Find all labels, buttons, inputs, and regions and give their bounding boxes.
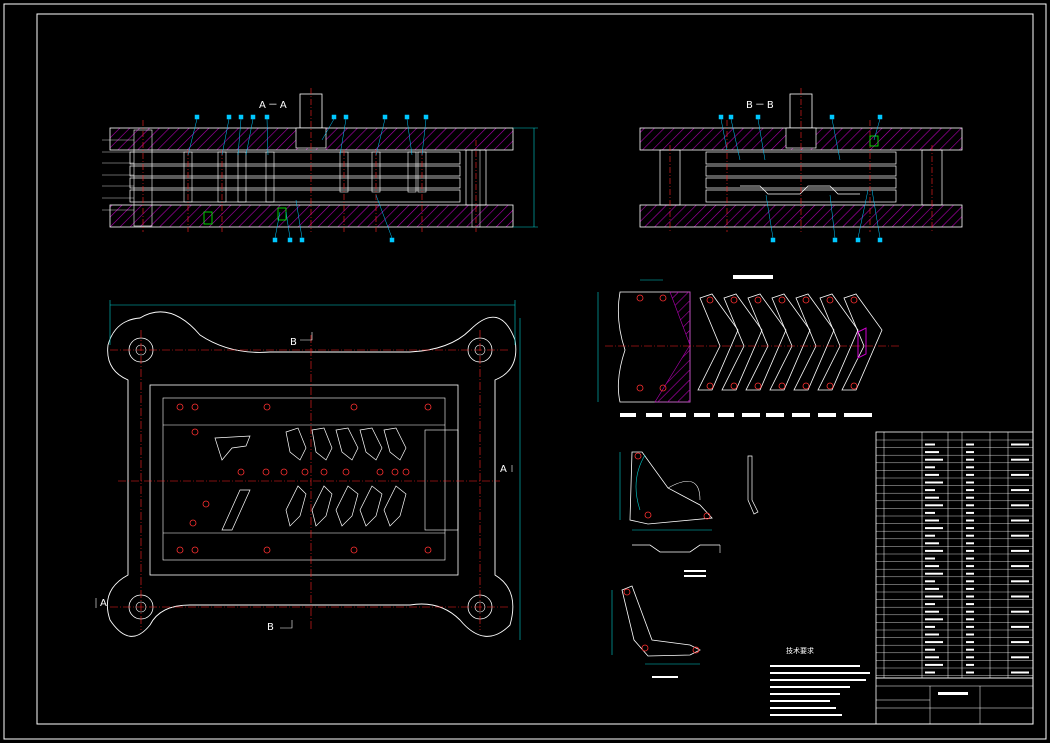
- plan-marker-b-bottom: B: [267, 622, 274, 633]
- plan-marker-a-right: A: [500, 464, 507, 475]
- table-cell-glyph: [925, 489, 935, 492]
- table-cell-glyph: [925, 504, 943, 507]
- section-aa-view: A－A: [102, 88, 538, 243]
- table-cell-glyph: [925, 443, 935, 446]
- table-cell-glyph: [966, 595, 974, 598]
- table-cell-glyph: [925, 648, 935, 651]
- table-cell-glyph: [925, 534, 935, 537]
- table-cell-glyph: [1011, 534, 1029, 537]
- table-cell-glyph: [966, 565, 974, 568]
- table-cell-glyph: [1011, 610, 1029, 613]
- table-cell-glyph: [925, 549, 943, 552]
- part-detail-view: [619, 451, 759, 577]
- table-cell-glyph: [966, 603, 974, 606]
- table-cell-glyph: [966, 443, 974, 446]
- table-cell-glyph: [966, 625, 974, 628]
- table-cell-glyph: [925, 511, 935, 514]
- table-cell-glyph: [1011, 504, 1029, 507]
- table-cell-glyph: [925, 610, 939, 613]
- title-block: [875, 677, 1034, 725]
- table-cell-glyph: [925, 663, 943, 666]
- table-cell-glyph: [1011, 641, 1029, 644]
- table-cell-glyph: [925, 481, 943, 484]
- section-bb-title: B－B: [746, 100, 776, 111]
- plan-view: B B A A: [95, 300, 521, 640]
- table-cell-glyph: [966, 656, 974, 659]
- table-cell-glyph: [1011, 519, 1029, 522]
- table-cell-glyph: [925, 458, 943, 461]
- table-cell-glyph: [925, 625, 935, 628]
- table-cell-glyph: [1011, 549, 1029, 552]
- plan-marker-b-top: B: [290, 337, 297, 348]
- table-cell-glyph: [966, 511, 974, 514]
- table-cell-glyph: [1011, 489, 1029, 492]
- table-cell-glyph: [966, 610, 974, 613]
- table-cell-glyph: [1011, 595, 1029, 598]
- table-cell-glyph: [966, 466, 974, 469]
- notes-title: 技术要求: [786, 647, 814, 655]
- table-cell-glyph: [1011, 656, 1029, 659]
- table-cell-glyph: [925, 587, 939, 590]
- table-cell-glyph: [1011, 565, 1029, 568]
- table-cell-glyph: [925, 473, 939, 476]
- table-cell-glyph: [925, 527, 943, 530]
- table-cell-glyph: [966, 648, 974, 651]
- table-cell-glyph: [925, 580, 935, 583]
- table-cell-glyph: [966, 542, 974, 545]
- blank-detail-view: [611, 585, 701, 678]
- table-cell-glyph: [1011, 458, 1029, 461]
- table-cell-glyph: [966, 473, 974, 476]
- table-cell-glyph: [966, 587, 974, 590]
- table-cell-glyph: [925, 466, 935, 469]
- table-cell-glyph: [966, 618, 974, 621]
- outer-frame: [3, 3, 1047, 740]
- table-cell-glyph: [966, 663, 974, 666]
- table-cell-glyph: [966, 549, 974, 552]
- table-cell-glyph: [966, 504, 974, 507]
- inner-frame: [36, 13, 1034, 725]
- table-cell-glyph: [925, 603, 935, 606]
- table-cell-glyph: [966, 534, 974, 537]
- table-cell-glyph: [966, 527, 974, 530]
- section-bb-view: B－B: [639, 88, 963, 243]
- table-cell-glyph: [966, 580, 974, 583]
- table-cell-glyph: [925, 557, 935, 560]
- table-cell-glyph: [925, 656, 939, 659]
- table-cell-glyph: [925, 618, 943, 621]
- table-cell-glyph: [966, 671, 974, 674]
- table-cell-glyph: [925, 641, 943, 644]
- table-cell-glyph: [966, 489, 974, 492]
- table-cell-glyph: [966, 519, 974, 522]
- table-cell-glyph: [966, 557, 974, 560]
- table-cell-glyph: [925, 565, 939, 568]
- table-cell-glyph: [925, 451, 939, 454]
- table-cell-glyph: [925, 595, 943, 598]
- parts-list-table: [875, 431, 1034, 679]
- table-cell-glyph: [925, 496, 939, 499]
- table-cell-glyph: [925, 633, 939, 636]
- technical-notes: [770, 665, 870, 716]
- table-cell-glyph: [1011, 625, 1029, 628]
- table-cell-glyph: [925, 519, 939, 522]
- strip-layout-view: [597, 275, 900, 417]
- drawing-canvas: A－A B－B B B A A: [3, 3, 1047, 740]
- table-cell-glyph: [925, 671, 935, 674]
- table-cell-glyph: [1011, 580, 1029, 583]
- table-cell-glyph: [1011, 443, 1029, 446]
- section-aa-title: A－A: [259, 100, 289, 111]
- table-cell-glyph: [925, 542, 939, 545]
- table-cell-glyph: [966, 451, 974, 454]
- table-cell-glyph: [966, 641, 974, 644]
- table-cell-glyph: [925, 572, 943, 575]
- table-cell-glyph: [1011, 671, 1029, 674]
- table-cell-glyph: [966, 633, 974, 636]
- table-cell-glyph: [966, 572, 974, 575]
- table-cell-glyph: [966, 481, 974, 484]
- plan-marker-a-left: A: [100, 598, 107, 609]
- table-cell-glyph: [966, 458, 974, 461]
- table-cell-glyph: [966, 496, 974, 499]
- table-cell-glyph: [1011, 473, 1029, 476]
